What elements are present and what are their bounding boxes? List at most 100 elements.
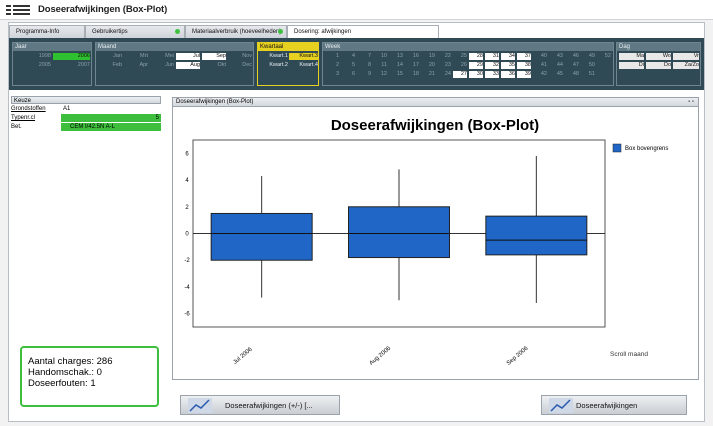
button-label: Doseerafwijkingen (+/-) [... <box>225 401 313 410</box>
y-tick-label: 6 <box>185 151 189 157</box>
keuze-row-label: Typenr.cl <box>11 115 36 121</box>
week-cell[interactable]: 43 <box>549 53 563 60</box>
tab-gebruikertips[interactable]: Gebruikertips <box>85 25 185 38</box>
month-cell[interactable]: Apr <box>124 62 148 69</box>
month-cell[interactable]: Dec <box>228 62 252 69</box>
week-cell[interactable]: 5 <box>341 62 355 69</box>
charges-count: Aantal charges: 286 <box>28 356 113 367</box>
doseerafwijkingen-plusmin-button[interactable]: Doseerafwijkingen (+/-) [... <box>180 395 340 415</box>
week-cell[interactable]: 14 <box>389 62 403 69</box>
month-cell[interactable]: Mei <box>150 53 174 60</box>
month-cell[interactable]: Okt <box>202 62 226 69</box>
tab-materiaalverbruik[interactable]: Materiaalverbruik (hoeveelheden) <box>185 25 287 38</box>
week-cell[interactable]: 32 <box>485 62 499 69</box>
quarter-cell[interactable]: Kwart.4 <box>289 62 318 69</box>
week-cell[interactable]: 15 <box>389 71 403 78</box>
week-cell[interactable]: 17 <box>405 62 419 69</box>
week-cell[interactable]: 36 <box>501 71 515 78</box>
week-cell[interactable]: 10 <box>373 53 387 60</box>
day-cell[interactable]: Do <box>646 62 671 69</box>
week-cell[interactable]: 31 <box>485 53 499 60</box>
week-cell[interactable]: 2 <box>325 62 339 69</box>
week-cell[interactable]: 52 <box>597 53 611 60</box>
month-cell[interactable]: Nov <box>228 53 252 60</box>
month-cell[interactable]: Jun <box>150 62 174 69</box>
filter-bar: Jaar 1998 2006 2005 2007 Maand Jan Mrt M… <box>9 38 704 90</box>
typenr-select[interactable]: 5 <box>61 114 161 122</box>
week-cell[interactable]: 40 <box>533 53 547 60</box>
week-cell[interactable]: 28 <box>469 53 483 60</box>
week-cell[interactable]: 30 <box>469 71 483 78</box>
year-cell[interactable]: 1998 <box>15 53 51 60</box>
week-cell[interactable]: 16 <box>405 53 419 60</box>
grondstof-select[interactable]: A1 <box>61 105 161 113</box>
week-cell[interactable]: 7 <box>357 53 371 60</box>
day-cell[interactable]: Ma <box>619 53 644 60</box>
month-cell-selected[interactable]: Aug <box>176 62 200 69</box>
quarter-cell[interactable]: Kwart.1 <box>259 53 288 60</box>
quarter-cell-selected[interactable]: Kwart.3 <box>289 53 318 60</box>
week-cell[interactable]: 11 <box>373 62 387 69</box>
keuze-row-typenr: Typenr.cl 5 <box>11 114 161 122</box>
week-cell[interactable]: 8 <box>357 62 371 69</box>
day-cell[interactable]: Vr <box>673 53 699 60</box>
week-cell[interactable]: 24 <box>437 71 451 78</box>
month-cell-selected[interactable]: Jul <box>176 53 200 60</box>
week-cell[interactable]: 34 <box>501 53 515 60</box>
year-cell[interactable]: 2007 <box>53 62 90 69</box>
week-cell[interactable]: 19 <box>421 53 435 60</box>
week-cell[interactable]: 42 <box>533 71 547 78</box>
week-cell[interactable]: 41 <box>533 62 547 69</box>
month-cell[interactable]: Mrt <box>124 53 148 60</box>
week-cell[interactable]: 37 <box>517 53 531 60</box>
week-cell[interactable]: 26 <box>453 62 467 69</box>
y-tick-label: -6 <box>184 312 190 318</box>
week-cell[interactable]: 1 <box>325 53 339 60</box>
week-cell[interactable]: 22 <box>437 53 451 60</box>
quarter-cell[interactable]: Kwart.2 <box>259 62 288 69</box>
tab-dosering-afwijkingen[interactable]: Dosering: afwijkingen <box>287 25 439 38</box>
week-cell[interactable]: 44 <box>549 62 563 69</box>
filter-maand: Maand Jan Mrt Mei Jul Sep Nov Feb Apr Ju… <box>95 42 254 86</box>
week-cell[interactable]: 46 <box>565 53 579 60</box>
week-cell[interactable]: 45 <box>549 71 563 78</box>
week-cell[interactable]: 35 <box>501 62 515 69</box>
week-cell[interactable]: 6 <box>341 71 355 78</box>
month-cell[interactable]: Feb <box>98 62 122 69</box>
week-cell[interactable]: 20 <box>421 62 435 69</box>
week-cell[interactable]: 9 <box>357 71 371 78</box>
bet-select[interactable]: CEM I/42.5N A-L <box>61 123 161 131</box>
year-cell[interactable]: 2005 <box>15 62 51 69</box>
year-cell-selected[interactable]: 2006 <box>53 53 90 60</box>
week-cell[interactable]: 29 <box>469 62 483 69</box>
week-cell[interactable]: 47 <box>565 62 579 69</box>
week-cell[interactable]: 3 <box>325 71 339 78</box>
week-cell[interactable]: 38 <box>517 62 531 69</box>
line-chart-icon <box>188 398 212 413</box>
chart-panel-header: Doseerafwijkingen (Box-Plot) - ▫ <box>173 98 698 107</box>
week-cell[interactable]: 49 <box>581 53 595 60</box>
week-cell[interactable]: 23 <box>437 62 451 69</box>
week-cell[interactable]: 50 <box>581 62 595 69</box>
week-cell[interactable]: 4 <box>341 53 355 60</box>
window-controls-icon[interactable]: - ▫ <box>688 98 694 107</box>
month-cell-selected[interactable]: Sep <box>202 53 226 60</box>
week-cell[interactable]: 12 <box>373 71 387 78</box>
week-cell[interactable]: 39 <box>517 71 531 78</box>
week-cell[interactable]: 21 <box>421 71 435 78</box>
doseerafwijkingen-button[interactable]: Doseerafwijkingen <box>541 395 687 415</box>
month-cell[interactable]: Jan <box>98 53 122 60</box>
week-cell[interactable]: 27 <box>453 71 467 78</box>
week-cell[interactable]: 25 <box>453 53 467 60</box>
week-cell[interactable]: 18 <box>405 71 419 78</box>
app-menu-icon[interactable] <box>6 4 32 16</box>
day-cell[interactable]: Za/Zo <box>673 62 699 69</box>
day-cell[interactable]: Di <box>619 62 644 69</box>
chart-title: Doseerafwijkingen (Box-Plot) <box>331 117 539 134</box>
tab-programma-info[interactable]: Programma-Info <box>9 25 85 38</box>
week-cell[interactable]: 13 <box>389 53 403 60</box>
day-cell[interactable]: Wo <box>646 53 671 60</box>
week-cell[interactable]: 51 <box>581 71 595 78</box>
week-cell[interactable]: 48 <box>565 71 579 78</box>
week-cell[interactable]: 33 <box>485 71 499 78</box>
